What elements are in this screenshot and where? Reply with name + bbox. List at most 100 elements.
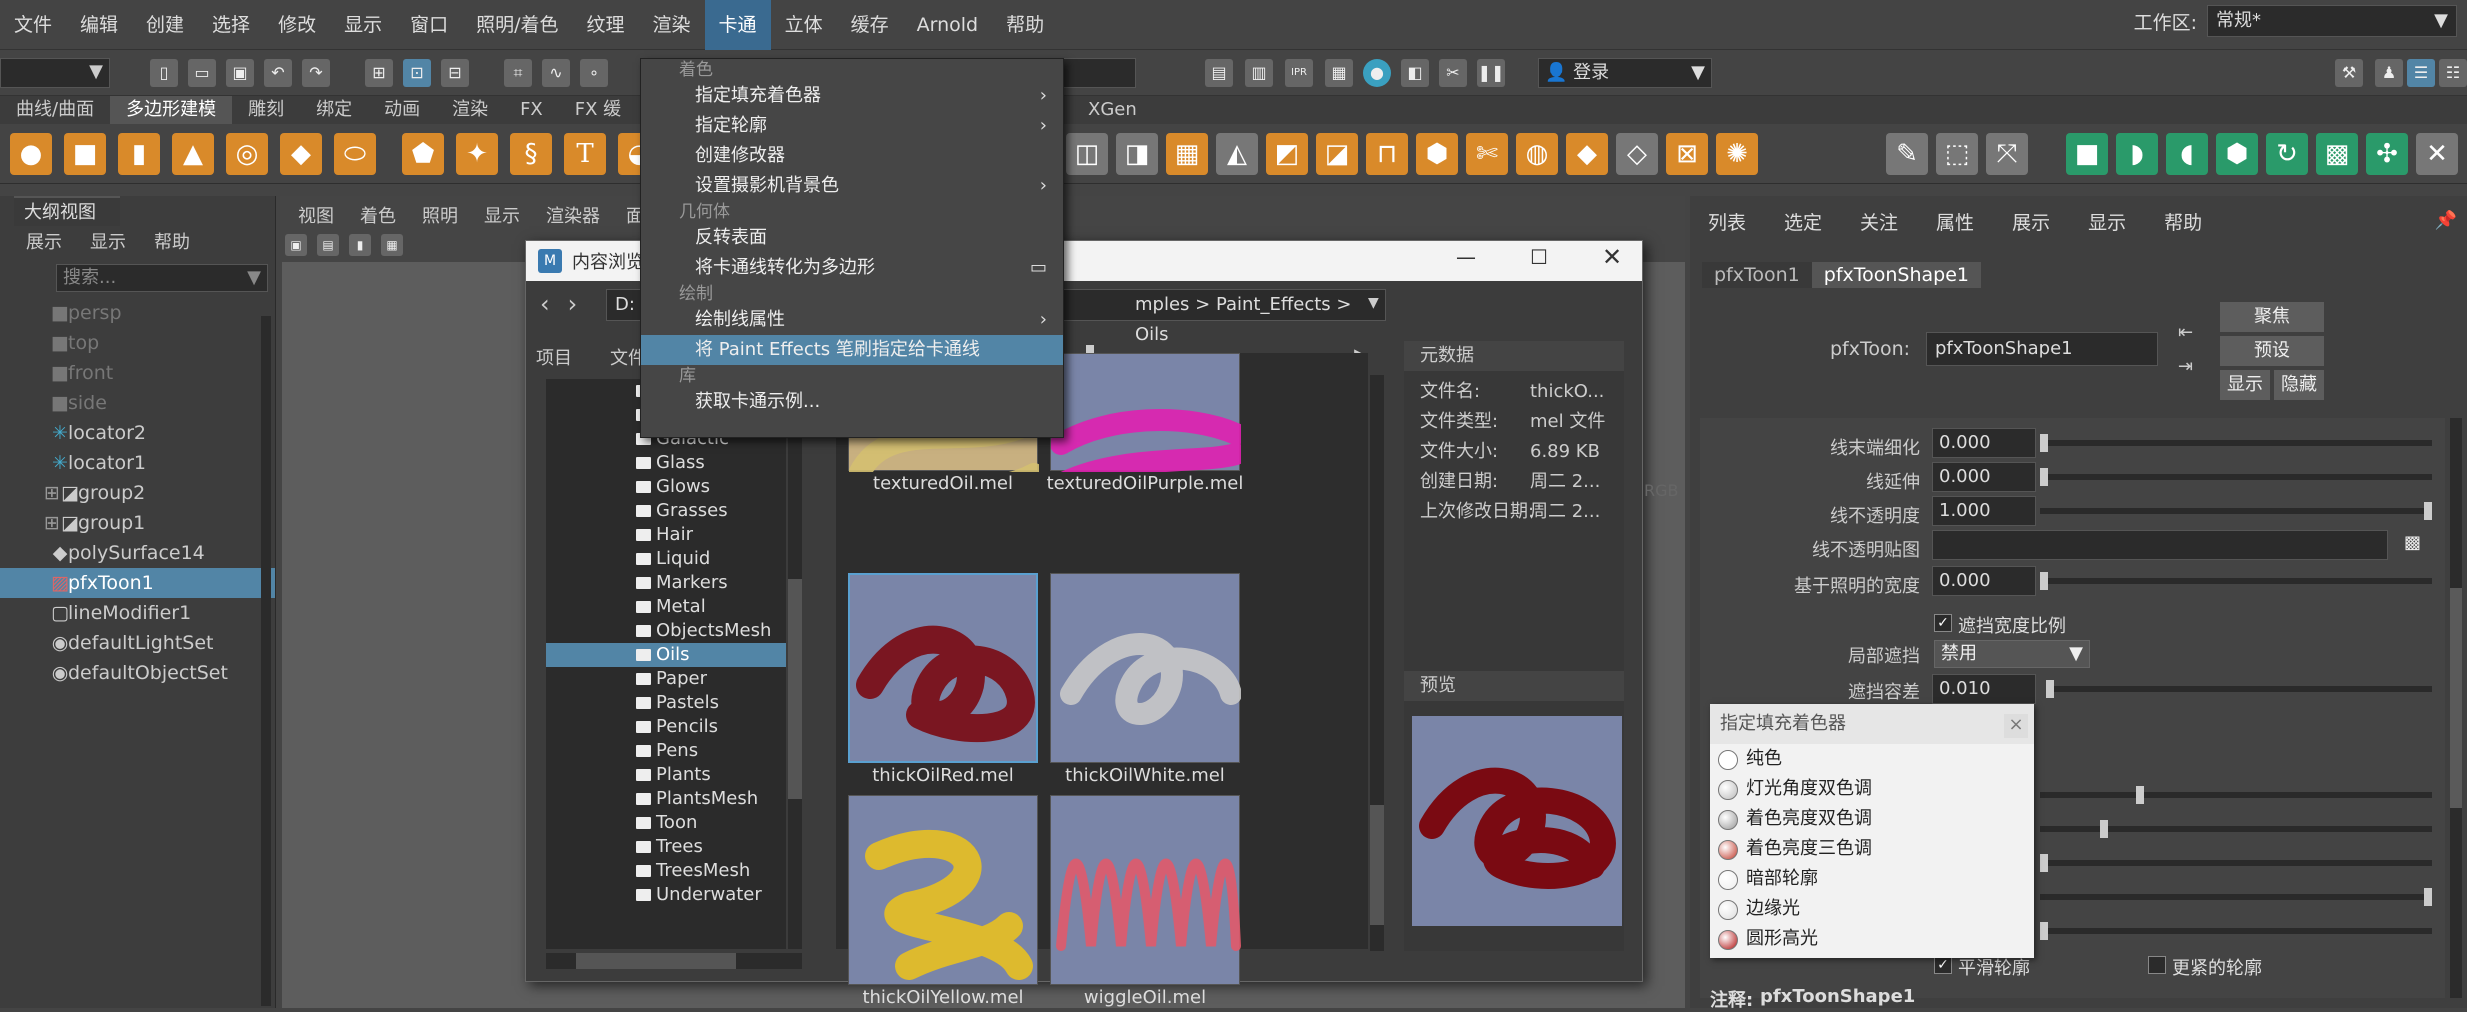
render-current-icon[interactable]: ▥ <box>1245 59 1273 87</box>
viewport-menu-1[interactable]: 着色 <box>360 202 396 228</box>
shelf-tab-5[interactable]: 渲染 <box>436 96 504 124</box>
offset-loop-icon[interactable]: ◇ <box>1616 133 1658 175</box>
folder-tree-scrollbar[interactable] <box>788 379 802 949</box>
poly-cone-icon[interactable]: ▲ <box>172 132 214 175</box>
thumbnail-item[interactable] <box>848 573 1038 763</box>
shelf-tab-3[interactable]: 绑定 <box>300 96 368 124</box>
multi-cut-icon[interactable]: ✄ <box>1466 133 1508 175</box>
hypershade-icon[interactable]: ● <box>1363 59 1391 87</box>
shelf-tab-xgen[interactable]: XGen <box>1088 96 1137 124</box>
close-icon[interactable]: ✕ <box>1602 243 1622 271</box>
thumbnail-item[interactable] <box>848 795 1038 985</box>
redo-icon[interactable]: ↷ <box>302 58 330 87</box>
uv-planar-icon[interactable]: ■ <box>2066 133 2108 175</box>
shelf-tab-6[interactable]: FX <box>504 96 559 124</box>
expand-icon[interactable]: ⊞ <box>44 508 60 538</box>
menu-item[interactable]: 设置摄影机背景色 › <box>641 171 1063 201</box>
outliner-item[interactable]: ■ persp <box>0 298 275 328</box>
folder-item[interactable]: Oils <box>546 643 786 667</box>
select-component-icon[interactable]: ⊟ <box>441 58 469 87</box>
texture-map-field[interactable] <box>1932 530 2388 560</box>
menu-item[interactable]: 将卡通线转化为多边形 ▭ <box>641 253 1063 283</box>
thumbnail-item[interactable] <box>1050 353 1247 495</box>
thumbnail-item[interactable] <box>1050 795 1241 985</box>
uv-cut-icon[interactable]: ↻ <box>2266 133 2308 175</box>
menu-2[interactable]: 创建 <box>132 0 198 50</box>
back-arrow-icon[interactable]: ‹ <box>540 290 550 318</box>
undo-icon[interactable]: ↶ <box>264 58 292 87</box>
occlusion-tolerance-slider[interactable] <box>2046 680 2432 698</box>
attribute-value-field[interactable]: 0.000 <box>1932 566 2036 596</box>
bridge-icon[interactable]: ⊓ <box>1366 133 1408 175</box>
viewport-menu-2[interactable]: 照明 <box>422 202 458 228</box>
folder-item[interactable]: PlantsMesh <box>546 787 786 811</box>
node-name-field[interactable]: pfxToonShape1 <box>1926 332 2158 366</box>
folder-item[interactable]: Metal <box>546 595 786 619</box>
fill-shader-item[interactable]: 圆形高光 <box>1710 924 2034 954</box>
outliner-item[interactable]: ◉ defaultObjectSet <box>0 658 275 688</box>
folder-item[interactable]: Paper <box>546 667 786 691</box>
separate-icon[interactable]: ◨ <box>1116 133 1158 175</box>
folder-item[interactable]: Trees <box>546 835 786 859</box>
attribute-value-field[interactable]: 0.000 <box>1932 428 2036 458</box>
ae-menu-3[interactable]: 属性 <box>1936 208 1974 235</box>
folder-item[interactable]: Glows <box>546 475 786 499</box>
close-icon[interactable]: × <box>2004 714 2028 738</box>
poly-cylinder-icon[interactable]: ▮ <box>118 132 160 175</box>
outliner-item[interactable]: ⊞ ◪ group2 <box>0 478 275 508</box>
ae-menu-4[interactable]: 展示 <box>2012 208 2050 235</box>
tab-project[interactable]: 项目 <box>526 345 582 373</box>
attribute-slider[interactable] <box>2040 434 2432 452</box>
menu-8[interactable]: 纹理 <box>573 0 639 50</box>
save-scene-icon[interactable]: ▣ <box>226 58 254 87</box>
uv-automatic-icon[interactable]: ⬢ <box>2216 133 2258 175</box>
uv-checker-icon[interactable]: ▩ <box>2316 133 2358 175</box>
outliner-scrollbar[interactable] <box>261 316 271 1006</box>
folder-item[interactable]: Grasses <box>546 499 786 523</box>
menu-1[interactable]: 编辑 <box>66 0 132 50</box>
poly-helix-icon[interactable]: § <box>510 132 552 175</box>
extra-slider-5[interactable] <box>2040 922 2432 940</box>
numeric-input-field[interactable] <box>1060 58 1136 88</box>
camera-select-icon[interactable]: ▣ <box>285 234 307 256</box>
menu-10[interactable]: 卡通 <box>704 0 771 50</box>
menu-11[interactable]: 立体 <box>771 0 837 50</box>
uv-cylindrical-icon[interactable]: ◗ <box>2116 133 2158 175</box>
uv-spherical-icon[interactable]: ◖ <box>2166 133 2208 175</box>
menu-12[interactable]: 缓存 <box>837 0 903 50</box>
ae-menu-0[interactable]: 列表 <box>1708 208 1746 235</box>
outliner-item[interactable]: ✳ locator1 <box>0 448 275 478</box>
poly-sphere-icon[interactable]: ● <box>10 132 52 175</box>
combine-icon[interactable]: ◫ <box>1066 133 1108 175</box>
channel-box-toggle-icon[interactable]: ☷ <box>2439 59 2467 87</box>
attribute-value-field[interactable]: 1.000 <box>1932 496 2036 526</box>
fill-shader-item[interactable]: 着色亮度三色调 <box>1710 834 2034 864</box>
fill-shader-item[interactable]: 着色亮度双色调 <box>1710 804 2034 834</box>
menu-3[interactable]: 选择 <box>198 0 264 50</box>
go-to-input-icon[interactable]: ⇤ <box>2178 322 2193 343</box>
folder-item[interactable]: Pens <box>546 739 786 763</box>
outliner-menu-1[interactable]: 显示 <box>90 228 126 254</box>
poly-disc-icon[interactable]: ⬭ <box>334 132 376 175</box>
folder-item[interactable]: Plants <box>546 763 786 787</box>
folder-tree-hscroll[interactable] <box>546 953 802 969</box>
extra-slider-2[interactable] <box>2040 820 2432 838</box>
menu-5[interactable]: 显示 <box>330 0 396 50</box>
focus-button[interactable]: 聚焦 <box>2220 302 2324 332</box>
menu-9[interactable]: 渲染 <box>639 0 705 50</box>
folder-item[interactable]: Pencils <box>546 715 786 739</box>
menu-4[interactable]: 修改 <box>264 0 330 50</box>
arnold-tool-icon[interactable]: ✂ <box>1439 59 1467 87</box>
super-shape-icon[interactable]: ✦ <box>456 132 498 175</box>
local-occlusion-dropdown[interactable]: 禁用 ▼ <box>1934 640 2090 668</box>
attribute-slider[interactable] <box>2040 502 2432 520</box>
character-controls-icon[interactable]: ♟ <box>2375 59 2403 87</box>
workspace-selector[interactable]: 工作区: 常规* ▼ <box>2134 4 2467 38</box>
render-view-icon[interactable]: ▤ <box>1205 59 1233 87</box>
pin-icon[interactable]: 📌 <box>2435 210 2457 231</box>
menu-set-dropdown[interactable]: ▼ <box>0 57 110 88</box>
select-hierarchy-icon[interactable]: ⊞ <box>365 58 393 87</box>
shelf-tab-7[interactable]: FX 缓 <box>559 96 637 124</box>
connect-icon[interactable]: ✺ <box>1716 133 1758 175</box>
thumbnail-scrollbar[interactable] <box>1370 375 1384 951</box>
